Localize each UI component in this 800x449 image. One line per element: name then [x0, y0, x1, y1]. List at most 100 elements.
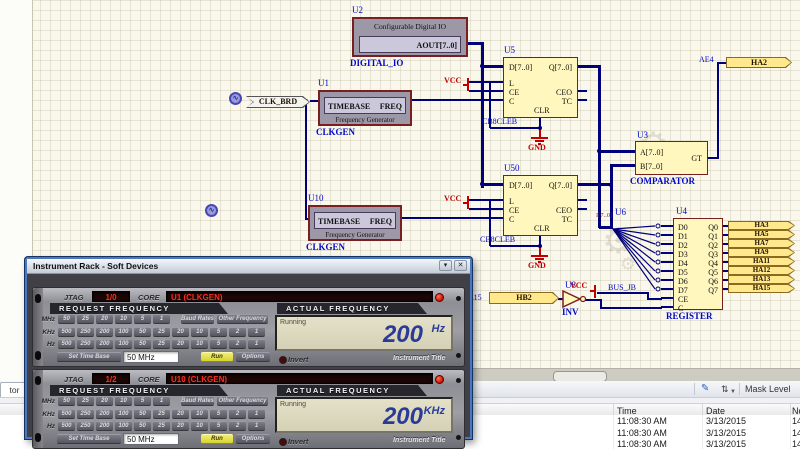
port-ha15[interactable]: HA15	[728, 284, 795, 293]
u50-counter-block[interactable]: D[7..0] Q[7..0] L CE C CEO TC CLR	[503, 175, 578, 236]
freq-button-50[interactable]: 50	[134, 421, 151, 431]
freq-button-200[interactable]: 200	[96, 327, 113, 337]
u5-counter-block[interactable]: D[7..0] Q[7..0] L CE C CEO TC CLR	[503, 57, 578, 118]
close-button[interactable]: ✕	[454, 260, 467, 271]
freq-button-10[interactable]: 10	[191, 421, 208, 431]
u3-comparator-block[interactable]: A[7..0] B[7..0] GT	[635, 141, 708, 175]
freq-button-2[interactable]: 2	[229, 421, 246, 431]
port-ha5[interactable]: HA5	[728, 230, 795, 239]
freq-button-100[interactable]: 100	[115, 409, 132, 419]
port-ha13[interactable]: HA13	[728, 275, 795, 284]
inverter-symbol[interactable]	[560, 289, 590, 309]
time-base-input[interactable]: 50 MHz	[123, 433, 179, 445]
port-ha9[interactable]: HA9	[728, 248, 795, 257]
freq-button-20[interactable]: 20	[172, 421, 189, 431]
freq-button-20[interactable]: 20	[172, 409, 189, 419]
filter-icon[interactable]: ▼	[730, 386, 736, 398]
probe-icon[interactable]: ∿	[205, 204, 218, 217]
freq-button-1[interactable]: 1	[248, 327, 265, 337]
freq-button-20[interactable]: 20	[172, 339, 189, 349]
freq-button-10[interactable]: 10	[115, 396, 132, 406]
mask-level-control[interactable]: Mask Level	[745, 384, 791, 394]
set-time-base-button[interactable]: Set Time Base	[57, 352, 121, 362]
freq-button-100[interactable]: 100	[115, 339, 132, 349]
net-label-ae4[interactable]: AE4	[699, 56, 714, 64]
sort-icon[interactable]: ⇅	[721, 383, 729, 395]
u1-clkgen-block[interactable]: TIMEBASE FREQ Frequency Generator	[318, 90, 412, 126]
port-ha7[interactable]: HA7	[728, 239, 795, 248]
time-base-input[interactable]: 50 MHz	[123, 351, 179, 363]
port-clk-brd[interactable]: CLK_BRD	[246, 96, 310, 108]
freq-button-5[interactable]: 5	[210, 339, 227, 349]
freq-button-100[interactable]: 100	[115, 327, 132, 337]
other-frequency-button[interactable]: Other Frequency	[217, 314, 268, 324]
freq-button-5[interactable]: 5	[210, 327, 227, 337]
set-time-base-button[interactable]: Set Time Base	[57, 434, 121, 444]
freq-button-10[interactable]: 10	[191, 327, 208, 337]
freq-button-1[interactable]: 1	[248, 421, 265, 431]
freq-button-500[interactable]: 500	[58, 339, 75, 349]
window-titlebar[interactable]: Instrument Rack - Soft Devices ▾ ✕	[27, 259, 470, 274]
options-button[interactable]: Options	[236, 352, 270, 362]
freq-button-5[interactable]: 5	[210, 409, 227, 419]
freq-button-50[interactable]: 50	[134, 327, 151, 337]
freq-button-25[interactable]: 25	[77, 314, 94, 324]
invert-led[interactable]	[279, 438, 287, 446]
freq-button-250[interactable]: 250	[77, 339, 94, 349]
freq-button-2[interactable]: 2	[229, 339, 246, 349]
net-label-cb8cleb[interactable]: CB8CLEB	[482, 118, 517, 126]
freq-button-2[interactable]: 2	[229, 409, 246, 419]
u2-digital-io-block[interactable]: Configurable Digital IO AOUT[7..0]	[352, 17, 468, 57]
freq-button-10[interactable]: 10	[191, 339, 208, 349]
run-button[interactable]: Run	[201, 352, 233, 362]
other-frequency-button[interactable]: Other Frequency	[217, 396, 268, 406]
collapse-button[interactable]: ▾	[439, 260, 452, 271]
freq-button-1[interactable]: 1	[248, 409, 265, 419]
run-button[interactable]: Run	[201, 434, 233, 444]
baud-rates-button[interactable]: Baud Rates	[181, 314, 214, 324]
port-ha11[interactable]: HA11	[728, 257, 795, 266]
freq-button-200[interactable]: 200	[96, 421, 113, 431]
rack-handle[interactable]	[33, 370, 43, 448]
rack-handle[interactable]	[33, 288, 43, 366]
freq-button-5[interactable]: 5	[134, 396, 151, 406]
freq-button-25[interactable]: 25	[153, 421, 170, 431]
port-hb2[interactable]: HB2	[489, 292, 559, 304]
freq-button-5[interactable]: 5	[210, 421, 227, 431]
net-label-cb8cleb[interactable]: CB8CLEB	[480, 236, 515, 244]
freq-button-500[interactable]: 500	[58, 327, 75, 337]
freq-button-200[interactable]: 200	[96, 409, 113, 419]
freq-button-20[interactable]: 20	[96, 314, 113, 324]
freq-button-20[interactable]: 20	[172, 327, 189, 337]
baud-rates-button[interactable]: Baud Rates	[181, 396, 214, 406]
net-label-bus-jb[interactable]: BUS_JB	[608, 284, 636, 292]
freq-button-25[interactable]: 25	[153, 327, 170, 337]
freq-button-25[interactable]: 25	[153, 409, 170, 419]
freq-button-50[interactable]: 50	[134, 339, 151, 349]
freq-button-100[interactable]: 100	[115, 421, 132, 431]
freq-button-5[interactable]: 5	[134, 314, 151, 324]
port-ha12[interactable]: HA12	[728, 266, 795, 275]
freq-button-1[interactable]: 1	[153, 396, 170, 406]
freq-button-250[interactable]: 250	[77, 421, 94, 431]
freq-button-1[interactable]: 1	[248, 339, 265, 349]
freq-button-25[interactable]: 25	[153, 339, 170, 349]
port-ha2[interactable]: HA2	[726, 57, 792, 68]
freq-button-2[interactable]: 2	[229, 327, 246, 337]
freq-button-20[interactable]: 20	[96, 396, 113, 406]
freq-button-10[interactable]: 10	[115, 314, 132, 324]
freq-button-50[interactable]: 50	[134, 409, 151, 419]
freq-button-250[interactable]: 250	[77, 327, 94, 337]
freq-button-10[interactable]: 10	[191, 409, 208, 419]
freq-button-50[interactable]: 50	[58, 396, 75, 406]
pencil-icon[interactable]: ✎	[701, 383, 709, 395]
port-ha3[interactable]: HA3	[728, 221, 795, 230]
freq-button-25[interactable]: 25	[77, 396, 94, 406]
freq-button-500[interactable]: 500	[58, 421, 75, 431]
options-button[interactable]: Options	[236, 434, 270, 444]
freq-button-250[interactable]: 250	[77, 409, 94, 419]
freq-button-50[interactable]: 50	[58, 314, 75, 324]
u4-register-block[interactable]: D0D1D2D3D4D5D6D7CECQ0Q1Q2Q3Q4Q5Q6Q7	[673, 218, 723, 310]
freq-button-1[interactable]: 1	[153, 314, 170, 324]
invert-led[interactable]	[279, 356, 287, 364]
